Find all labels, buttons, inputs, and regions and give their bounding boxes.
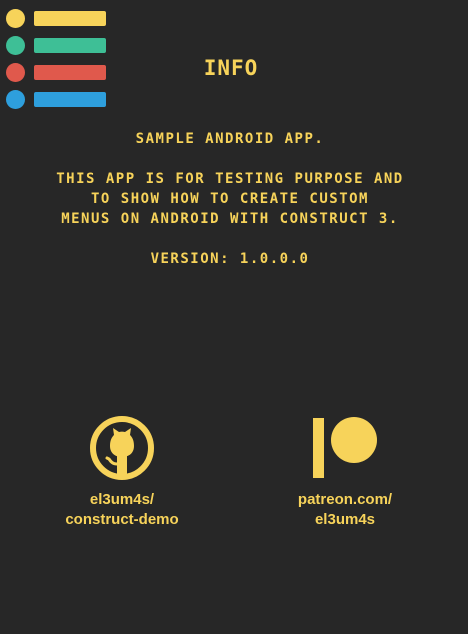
info-screen: Info Sample Android App. This app is for… [0,0,468,634]
menu-dot [6,9,25,28]
menu-dot [6,90,25,109]
patreon-link[interactable]: patreon.com/ el3um4s [255,416,435,530]
patreon-link-line-1: patreon.com/ [297,491,393,508]
menu-dot [6,36,25,55]
info-line-2: This app is for testing purpose and [56,171,404,187]
menu-bar [34,92,106,107]
page-title: Info [203,56,259,80]
info-line-4: menus on Android with Construct 3. [61,211,399,227]
info-line-3: to show how to create custom [90,191,369,207]
github-link-text: el3um4s/ construct-demo [32,490,212,530]
menu-bar [34,38,106,53]
version-text: Version: 1.0.0.0 [150,251,310,267]
patreon-link-text: patreon.com/ el3um4s [255,490,435,530]
github-link-line-1: el3um4s/ [89,491,155,508]
github-link[interactable]: el3um4s/ construct-demo [32,416,212,530]
patreon-link-line-2: el3um4s [314,511,376,528]
info-line-1: Sample Android App. [135,131,325,147]
patreon-icon [313,417,377,478]
github-icon [90,416,154,480]
github-link-line-2: construct-demo [65,511,179,528]
menu-bar [34,11,106,26]
